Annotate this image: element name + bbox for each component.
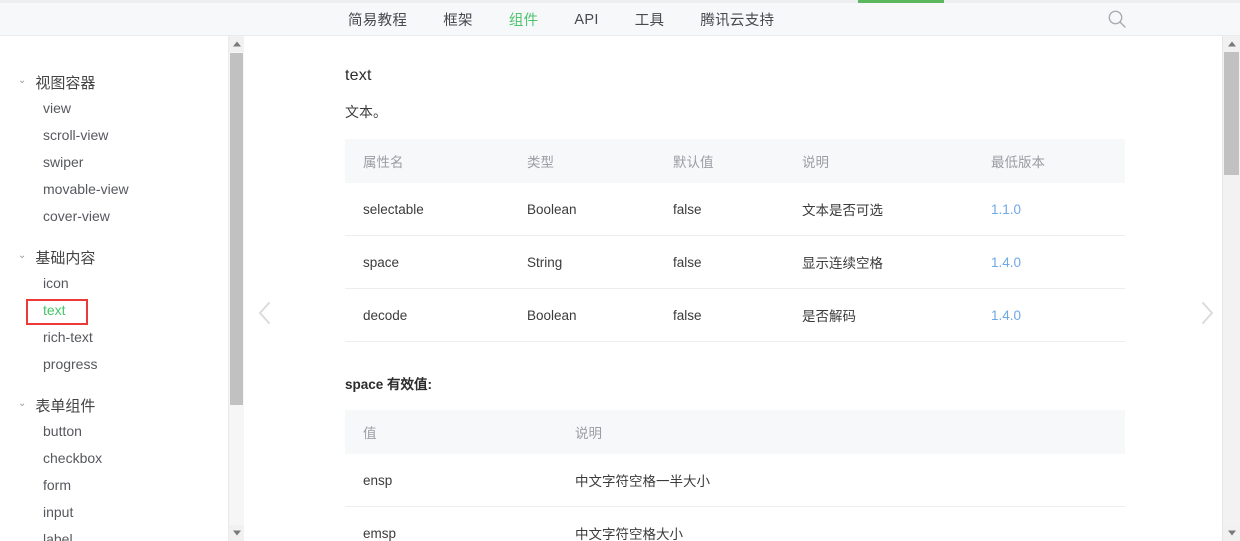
column-header-4: 最低版本 — [973, 139, 1125, 183]
table-header-row: 值说明 — [345, 410, 1125, 454]
sidebar-item-movable-view[interactable]: movable-view — [0, 176, 228, 203]
search-icon[interactable] — [1106, 8, 1128, 30]
sidebar-item-checkbox[interactable]: checkbox — [0, 445, 228, 472]
sidebar-item-rich-text[interactable]: rich-text — [0, 324, 228, 351]
column-header-0: 属性名 — [345, 139, 509, 183]
page-scroll-up-arrow-icon[interactable] — [1223, 36, 1240, 52]
sidebar-group-label: 表单组件 — [35, 397, 96, 415]
cell-version: 1.1.0 — [973, 183, 1125, 236]
cell-attr: decode — [345, 288, 509, 342]
cell-version: 1.4.0 — [973, 288, 1125, 342]
space-values-table-body: ensp中文字符空格一半大小emsp中文字符空格大小nbsp根据字体设置的空格大… — [345, 454, 1125, 541]
table-row: emsp 中文字符空格大小 — [345, 506, 1125, 541]
sidebar-item-label[interactable]: label — [0, 526, 228, 541]
space-values-table-head: 值说明 — [345, 410, 1125, 454]
chevron-down-icon: ⌄ — [18, 75, 27, 86]
space-values-table: 值说明 ensp中文字符空格一半大小emsp中文字符空格大小nbsp根据字体设置… — [345, 410, 1125, 541]
table-row: space String false 显示连续空格 1.4.0 — [345, 235, 1125, 289]
table-row: ensp 中文字符空格一半大小 — [345, 454, 1125, 507]
chevron-down-icon: ⌄ — [18, 250, 27, 261]
table-row: decode Boolean false 是否解码 1.4.0 — [345, 288, 1125, 342]
cell-attr: space — [345, 235, 509, 289]
cell-type: String — [509, 235, 655, 289]
sidebar-scrollbar[interactable] — [228, 36, 244, 541]
doc-body: text 文本。 属性名 类型 默认值 说明 最低版本 selectable Boolea… — [345, 36, 1135, 541]
sidebar-group-0: ⌄ 视图容器 view scroll-view swiper movable-view co… — [0, 69, 228, 230]
main-navigation: 简易教程 框架 组件 API 工具 腾讯云支持 — [348, 3, 774, 36]
component-sidebar: ⌄ 视图容器 view scroll-view swiper movable-view co… — [0, 36, 228, 541]
sidebar-scroll-up-arrow-icon[interactable] — [229, 36, 244, 52]
sidebar-scrollbar-thumb[interactable] — [230, 53, 243, 405]
cell-attr: selectable — [345, 183, 509, 236]
chevron-left-icon[interactable] — [252, 296, 278, 330]
sidebar-item-swiper[interactable]: swiper — [0, 149, 228, 176]
sidebar-group-2: ⌄ 表单组件 button checkbox form input label — [0, 392, 228, 541]
cell-desc: 显示连续空格 — [784, 235, 973, 289]
table-header-row: 属性名 类型 默认值 说明 最低版本 — [345, 139, 1125, 183]
nav-item-1[interactable]: 框架 — [443, 9, 473, 30]
page-scroll-down-arrow-icon[interactable] — [1223, 525, 1240, 541]
page-load-progress-bar — [0, 0, 1240, 3]
sidebar-item-progress[interactable]: progress — [0, 351, 228, 378]
cell-value: ensp — [345, 454, 557, 507]
cell-default: false — [655, 235, 784, 289]
attributes-table: 属性名 类型 默认值 说明 最低版本 selectable Boolean false 文本是… — [345, 139, 1125, 342]
sidebar-group-title-2[interactable]: ⌄ 表单组件 — [0, 392, 228, 418]
sidebar-item-form[interactable]: form — [0, 472, 228, 499]
attributes-table-body: selectable Boolean false 文本是否可选 1.1.0 space St… — [345, 183, 1125, 342]
sidebar-scroll-down-arrow-icon[interactable] — [229, 525, 244, 541]
sidebar-item-input[interactable]: input — [0, 499, 228, 526]
sidebar-group-title-0[interactable]: ⌄ 视图容器 — [0, 69, 228, 95]
sidebar-group-label: 基础内容 — [35, 249, 96, 267]
cell-type: Boolean — [509, 183, 655, 236]
column-header-1: 说明 — [557, 410, 1125, 454]
nav-item-3[interactable]: API — [574, 12, 598, 28]
page-description: 文本。 — [345, 104, 387, 120]
cell-desc: 文本是否可选 — [784, 183, 973, 236]
nav-item-2[interactable]: 组件 — [509, 9, 539, 30]
column-header-0: 值 — [345, 410, 557, 454]
sidebar-group-label: 视图容器 — [35, 74, 96, 92]
cell-default: false — [655, 288, 784, 342]
version-link[interactable]: 1.4.0 — [991, 255, 1021, 270]
cell-default: false — [655, 183, 784, 236]
sidebar-item-view[interactable]: view — [0, 95, 228, 122]
sidebar-item-button[interactable]: button — [0, 418, 228, 445]
chevron-down-icon: ⌄ — [18, 398, 27, 409]
documentation-content: text 文本。 属性名 类型 默认值 说明 最低版本 selectable Boolea… — [245, 36, 1222, 541]
sidebar-item-text[interactable]: text — [0, 297, 228, 324]
page-load-progress-fill — [858, 0, 944, 3]
chevron-right-icon[interactable] — [1194, 296, 1220, 330]
cell-value: emsp — [345, 506, 557, 541]
site-header: 简易教程 框架 组件 API 工具 腾讯云支持 — [0, 3, 1240, 36]
sidebar-item-icon[interactable]: icon — [0, 270, 228, 297]
cell-desc: 中文字符空格一半大小 — [557, 454, 1125, 507]
page-scrollbar[interactable] — [1222, 36, 1240, 541]
column-header-1: 类型 — [509, 139, 655, 183]
space-values-heading: space 有效值: — [345, 377, 433, 392]
page-scrollbar-thumb[interactable] — [1224, 52, 1239, 175]
cell-version: 1.4.0 — [973, 235, 1125, 289]
nav-item-0[interactable]: 简易教程 — [348, 9, 407, 30]
nav-item-5[interactable]: 腾讯云支持 — [700, 9, 774, 30]
cell-type: Boolean — [509, 288, 655, 342]
sidebar-item-scroll-view[interactable]: scroll-view — [0, 122, 228, 149]
page-title: text — [345, 67, 372, 84]
sidebar-item-cover-view[interactable]: cover-view — [0, 203, 228, 230]
table-row: selectable Boolean false 文本是否可选 1.1.0 — [345, 183, 1125, 236]
column-header-2: 默认值 — [655, 139, 784, 183]
nav-item-4[interactable]: 工具 — [635, 9, 665, 30]
attributes-table-head: 属性名 类型 默认值 说明 最低版本 — [345, 139, 1125, 183]
version-link[interactable]: 1.1.0 — [991, 202, 1021, 217]
cell-desc: 是否解码 — [784, 288, 973, 342]
column-header-3: 说明 — [784, 139, 973, 183]
cell-desc: 中文字符空格大小 — [557, 506, 1125, 541]
version-link[interactable]: 1.4.0 — [991, 308, 1021, 323]
sidebar-group-title-1[interactable]: ⌄ 基础内容 — [0, 244, 228, 270]
sidebar-group-1: ⌄ 基础内容 icon text rich-text progress — [0, 244, 228, 378]
